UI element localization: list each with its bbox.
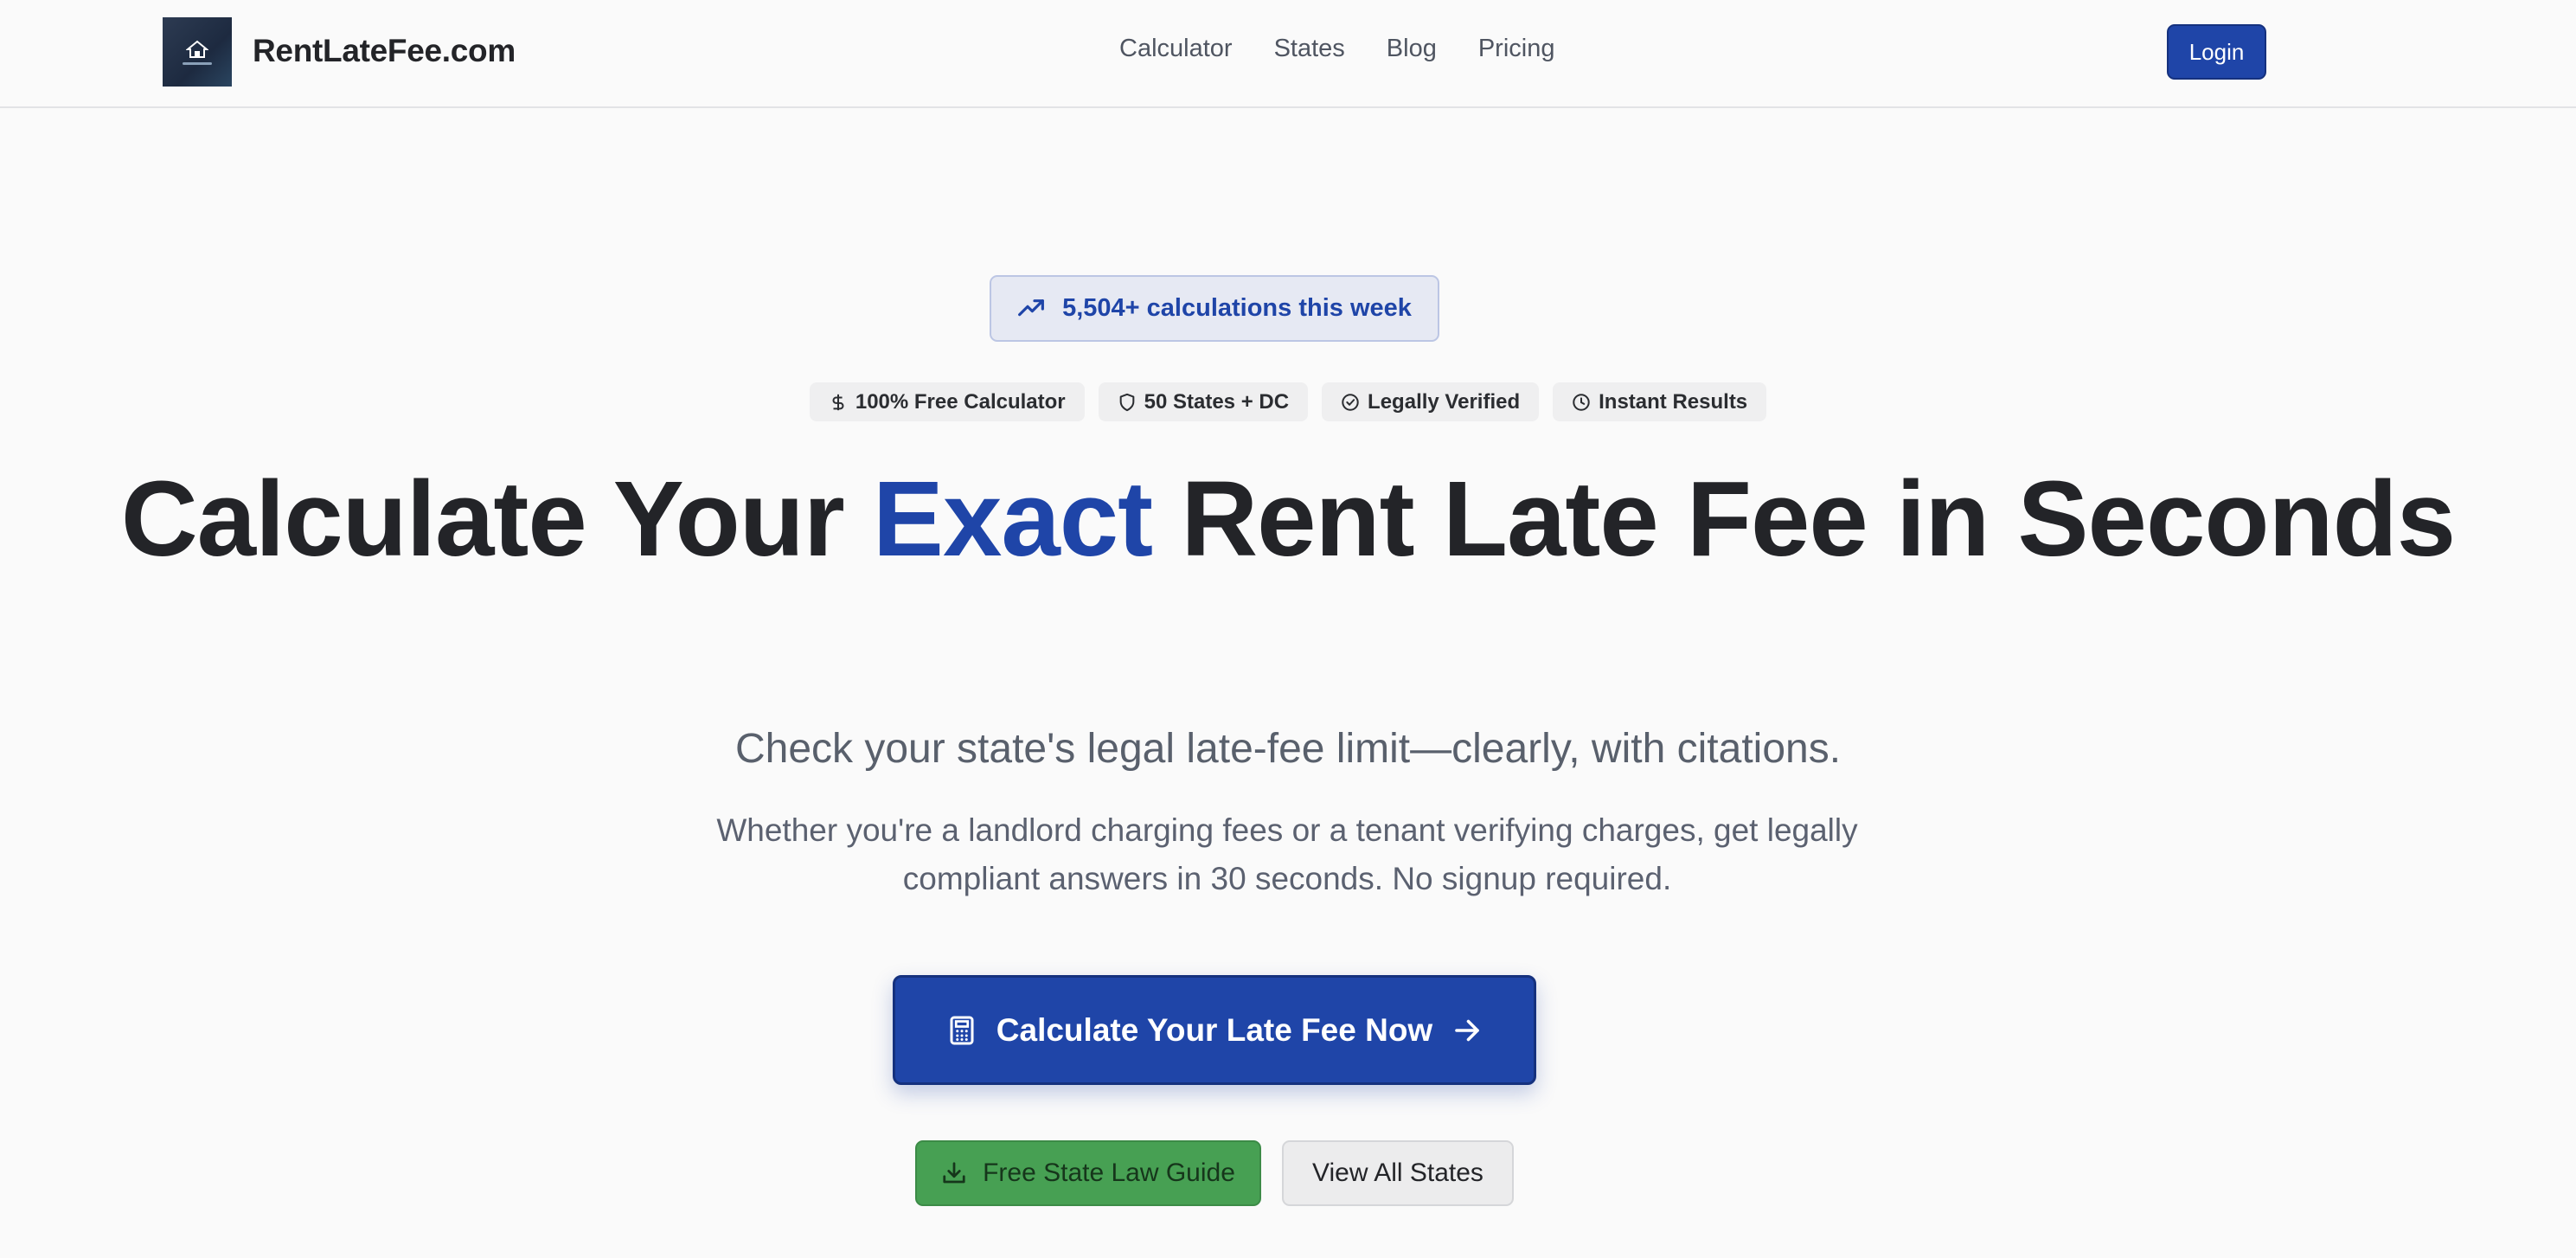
badge-label: 50 States + DC bbox=[1144, 389, 1290, 414]
badge-label: Instant Results bbox=[1599, 389, 1748, 414]
main-nav: Calculator States Blog Pricing bbox=[1119, 35, 1554, 63]
hero-description: Whether you're a landlord charging fees … bbox=[716, 812, 1858, 896]
nav-blog[interactable]: Blog bbox=[1387, 35, 1437, 63]
badge-instant: Instant Results bbox=[1553, 382, 1767, 421]
arrow-right-icon bbox=[1455, 1019, 1480, 1041]
hero-subheadline: Check your state's legal late-fee limit—… bbox=[734, 726, 1842, 772]
shield-icon bbox=[1119, 393, 1134, 411]
download-icon bbox=[943, 1162, 965, 1184]
headline-part2: Rent Late Fee in Seconds bbox=[1152, 460, 2456, 579]
stats-text: 5,504+ calculations this week bbox=[1062, 294, 1412, 322]
headline-accent: Exact bbox=[872, 460, 1153, 579]
hero-headline: Calculate Your Exact Rent Late Fee in Se… bbox=[0, 466, 2576, 573]
headline-part1: Calculate Your bbox=[120, 460, 873, 579]
dollar-icon bbox=[832, 394, 844, 410]
login-button[interactable]: Login bbox=[2167, 24, 2266, 80]
clock-icon bbox=[1573, 393, 1590, 411]
nav-calculator[interactable]: Calculator bbox=[1119, 35, 1233, 63]
trending-up-icon bbox=[1018, 298, 1045, 316]
logo-caption bbox=[183, 61, 212, 65]
badge-states: 50 States + DC bbox=[1098, 382, 1309, 421]
calculate-cta-button[interactable]: Calculate Your Late Fee Now bbox=[893, 975, 1536, 1085]
check-circle-icon bbox=[1342, 393, 1359, 411]
logo-image[interactable] bbox=[163, 17, 232, 87]
feature-badges: 100% Free Calculator 50 States + DC Lega… bbox=[0, 382, 2576, 421]
house-icon bbox=[186, 40, 208, 58]
cta-label: Calculate Your Late Fee Now bbox=[996, 1011, 1433, 1048]
site-header: RentLateFee.com Calculator States Blog P… bbox=[0, 0, 2576, 108]
badge-label: 100% Free Calculator bbox=[855, 389, 1066, 414]
view-all-states-button[interactable]: View All States bbox=[1282, 1140, 1514, 1206]
nav-pricing[interactable]: Pricing bbox=[1478, 35, 1555, 63]
brand-name[interactable]: RentLateFee.com bbox=[253, 33, 516, 69]
calculator-icon bbox=[950, 1016, 974, 1044]
badge-verified: Legally Verified bbox=[1322, 382, 1540, 421]
badge-label: Legally Verified bbox=[1368, 389, 1521, 414]
free-guide-button[interactable]: Free State Law Guide bbox=[915, 1140, 1261, 1206]
guide-label: Free State Law Guide bbox=[983, 1159, 1235, 1187]
badge-free: 100% Free Calculator bbox=[809, 382, 1085, 421]
nav-states[interactable]: States bbox=[1274, 35, 1345, 63]
stats-pill: 5,504+ calculations this week bbox=[990, 275, 1439, 342]
